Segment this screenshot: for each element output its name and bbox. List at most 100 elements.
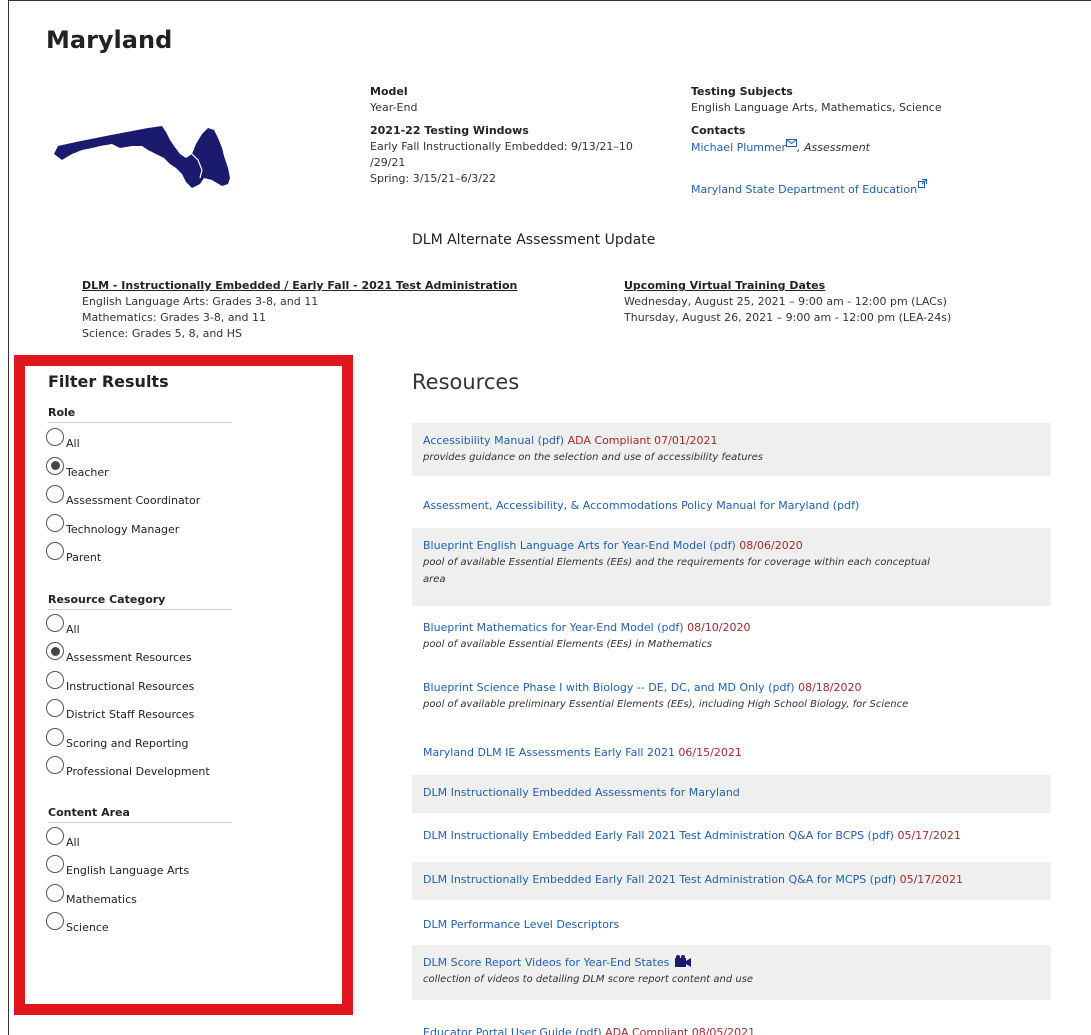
resource-row: Blueprint English Language Arts for Year… [412, 528, 1051, 606]
testing-window-line: Early Fall Instructionally Embedded: 9/1… [370, 140, 633, 153]
resource-link[interactable]: Blueprint Science Phase I with Biology -… [423, 681, 795, 694]
content-area-radio-science[interactable]: Science [46, 911, 109, 934]
role-radio-technology-manager[interactable]: Technology Manager [46, 513, 179, 536]
training-date-line: Thursday, August 26, 2021 – 9:00 am - 12… [624, 311, 952, 324]
video-camera-icon [675, 955, 692, 967]
resource-row: DLM Instructionally Embedded Early Fall … [412, 818, 1051, 844]
content-area-radio-english-language-arts[interactable]: English Language Arts [46, 855, 189, 877]
grade-line: English Language Arts: Grades 3-8, and 1… [82, 295, 319, 308]
resource-date: 06/15/2021 [674, 746, 742, 759]
resource-link[interactable]: Assessment, Accessibility, & Accommodati… [423, 499, 859, 512]
resource-row: DLM Score Report Videos for Year-End Sta… [412, 945, 1051, 1000]
radio-label: Instructional Resources [66, 679, 195, 693]
page-title: Maryland [46, 26, 173, 54]
radio-button[interactable] [46, 911, 64, 930]
resource-date: ADA Compliant 07/01/2021 [564, 434, 718, 447]
test-administration-title: DLM - Instructionally Embedded / Early F… [82, 279, 518, 292]
radio-button[interactable] [46, 855, 64, 874]
testing-window-line: Spring: 3/15/21–6/3/22 [370, 172, 497, 185]
category-radio-all[interactable]: All [46, 614, 80, 636]
mail-icon [786, 139, 798, 147]
radio-button[interactable] [46, 727, 64, 746]
resource-row: Accessibility Manual (pdf) ADA Compliant… [412, 423, 1051, 476]
radio-button[interactable] [46, 614, 64, 632]
resource-category-heading: Resource Category [48, 593, 232, 610]
radio-button[interactable] [46, 428, 64, 446]
role-radio-parent[interactable]: Parent [46, 542, 101, 564]
content-area-radio-all[interactable]: All [46, 827, 80, 849]
radio-button[interactable] [46, 456, 64, 475]
radio-button[interactable] [46, 642, 64, 661]
model-value: Year-End [370, 101, 418, 114]
resource-link[interactable]: Blueprint English Language Arts for Year… [423, 539, 736, 552]
contact-line: Michael Plummer , Assessment [691, 139, 991, 156]
resource-link[interactable]: DLM Instructionally Embedded Early Fall … [423, 829, 894, 842]
subjects-info: Testing Subjects English Language Arts, … [691, 84, 991, 198]
radio-button[interactable] [46, 827, 64, 845]
radio-label: Teacher [66, 465, 109, 479]
department-line: Maryland State Department of Education [691, 179, 991, 198]
role-radio-teacher[interactable]: Teacher [46, 456, 109, 479]
radio-label: All [66, 623, 80, 636]
radio-button[interactable] [46, 699, 64, 718]
grade-line: Mathematics: Grades 3-8, and 11 [82, 311, 267, 324]
resource-link[interactable]: Blueprint Mathematics for Year-End Model… [423, 621, 684, 634]
resource-row: DLM Instructionally Embedded Assessments… [412, 775, 1051, 813]
filter-title: Filter Results [48, 372, 169, 391]
maryland-map-image [54, 126, 230, 188]
category-radio-scoring-and-reporting[interactable]: Scoring and Reporting [46, 727, 189, 750]
content-area-radio-mathematics[interactable]: Mathematics [46, 883, 137, 906]
resource-link[interactable]: DLM Score Report Videos for Year-End Sta… [423, 956, 669, 969]
model-label: Model [370, 85, 408, 98]
contacts-label: Contacts [691, 124, 746, 137]
radio-button[interactable] [46, 542, 64, 560]
test-administration-block: DLM - Instructionally Embedded / Early F… [82, 278, 582, 342]
grade-line: Science: Grades 5, 8, and HS [82, 327, 243, 340]
model-info: Model Year-End 2021-22 Testing Windows E… [370, 84, 680, 187]
resource-description: provides guidance on the selection and u… [423, 452, 764, 463]
contact-link[interactable]: Michael Plummer [691, 141, 786, 154]
testing-subjects-label: Testing Subjects [691, 85, 793, 98]
resource-description: pool of available Essential Elements (EE… [423, 639, 713, 650]
resource-link[interactable]: Educator Portal User Guide (pdf) [423, 1026, 602, 1035]
update-heading: DLM Alternate Assessment Update [412, 232, 656, 248]
resources-heading: Resources [412, 370, 520, 394]
category-radio-instructional-resources[interactable]: Instructional Resources [46, 670, 195, 693]
resource-row: Blueprint Science Phase I with Biology -… [412, 670, 1051, 713]
external-link-icon [918, 179, 928, 188]
resource-description: collection of videos to detailing DLM sc… [423, 974, 754, 985]
resource-description: pool of available preliminary Essential … [423, 699, 909, 710]
radio-label: Assessment Coordinator [66, 494, 201, 507]
resource-row: DLM Performance Level Descriptors [412, 907, 1051, 933]
role-radio-all[interactable]: All [46, 428, 80, 450]
resource-date: ADA Compliant 08/05/2021 [601, 1026, 756, 1035]
radio-button[interactable] [46, 756, 64, 774]
radio-label: Parent [66, 551, 102, 564]
resource-date: 08/06/2020 [735, 539, 803, 552]
role-heading: Role [48, 406, 232, 423]
radio-label: All [66, 437, 80, 450]
category-radio-assessment-resources[interactable]: Assessment Resources [46, 642, 192, 664]
role-radio-assessment-coordinator[interactable]: Assessment Coordinator [46, 485, 200, 507]
resource-description: area [423, 574, 446, 585]
radio-button[interactable] [46, 883, 64, 902]
resource-link[interactable]: Maryland DLM IE Assessments Early Fall 2… [423, 746, 675, 759]
resource-link[interactable]: DLM Performance Level Descriptors [423, 918, 619, 931]
testing-window-line: /29/21 [370, 156, 406, 169]
department-link[interactable]: Maryland State Department of Education [691, 183, 917, 196]
radio-label: Scoring and Reporting [66, 736, 189, 750]
radio-label: All [66, 836, 80, 849]
resource-row: Educator Portal User Guide (pdf) ADA Com… [412, 1015, 1051, 1035]
resource-link[interactable]: DLM Instructionally Embedded Early Fall … [423, 873, 896, 886]
radio-button[interactable] [46, 485, 64, 503]
category-radio-district-staff-resources[interactable]: District Staff Resources [46, 699, 194, 721]
radio-button[interactable] [46, 670, 64, 689]
resource-row: Maryland DLM IE Assessments Early Fall 2… [412, 735, 1051, 761]
resource-link[interactable]: Accessibility Manual (pdf) [423, 434, 564, 447]
category-radio-professional-development[interactable]: Professional Development [46, 756, 210, 778]
radio-button[interactable] [46, 513, 64, 532]
resource-link[interactable]: DLM Instructionally Embedded Assessments… [423, 786, 740, 799]
resource-description: pool of available Essential Elements (EE… [423, 557, 930, 568]
radio-label: English Language Arts [66, 864, 190, 878]
radio-label: Science [66, 920, 109, 934]
